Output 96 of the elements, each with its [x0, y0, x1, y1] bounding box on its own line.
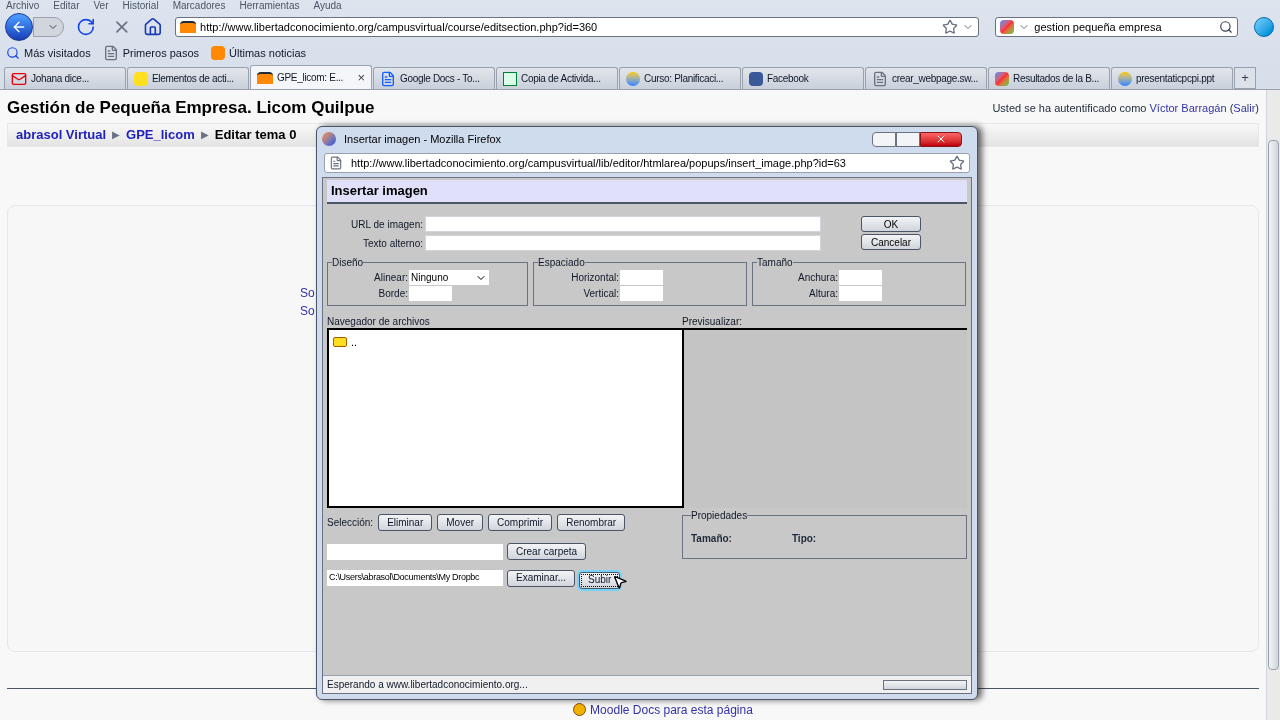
user-link[interactable]: Salir [1233, 101, 1256, 114]
browser-tab[interactable]: Resultados de la B... [988, 67, 1110, 89]
text-field[interactable] [425, 235, 821, 251]
file-path-field[interactable]: C:\Users\abrasol\Documents\My Dropbc [327, 570, 503, 586]
bookmark-link[interactable]: Últimas noticias [229, 44, 307, 62]
star-icon[interactable] [949, 155, 965, 171]
info-icon [573, 703, 587, 716]
minimize-button[interactable] [872, 131, 896, 147]
breadcrumb-link[interactable]: GPE_licom [126, 124, 195, 145]
option-group: Tamaño Anchura: Altura: [752, 255, 966, 306]
menu-item[interactable]: Archivo [6, 0, 40, 12]
align-select[interactable]: Ninguno [409, 270, 489, 285]
breadcrumb-link[interactable]: abrasol Virtual [16, 124, 107, 145]
page-icon [102, 45, 119, 61]
folder-name-field[interactable] [327, 543, 503, 560]
folder-up-icon[interactable] [333, 337, 347, 348]
text-field[interactable] [620, 286, 663, 301]
property-label: Tamaño: [691, 532, 732, 546]
close-tab-button[interactable]: × [357, 67, 365, 88]
scrollbar[interactable] [1266, 90, 1280, 720]
mail-icon [11, 70, 27, 87]
browser-tab[interactable]: GPE_licom: E... × [250, 65, 372, 89]
menu-item[interactable]: Editar [53, 0, 80, 12]
field-label: Texto alterno: [361, 236, 423, 251]
option-group: Diseño Alinear: Ninguno Borde: [327, 255, 528, 306]
property-label: Tipo: [791, 532, 817, 546]
address-field[interactable]: http://www.libertadconocimiento.org/campusvirtual/course/editsection.php?id=360 [175, 17, 980, 37]
maximize-button[interactable] [896, 131, 920, 147]
page-icon [329, 156, 343, 170]
search-field[interactable]: gestion pequeña empresa [995, 17, 1239, 37]
section-label: Previsualizar: [682, 316, 744, 328]
field-label: Anchura: [796, 271, 838, 285]
star-icon[interactable] [942, 19, 959, 35]
field-label: Altura: [808, 287, 838, 301]
field-label: Alinear: [373, 271, 408, 285]
action-button[interactable]: Comprimir [488, 514, 553, 531]
login-info: Usted se ha autentificado como Víctor Barragán (Salir) [992, 100, 1259, 116]
browse-button[interactable]: Examinar... [507, 569, 576, 587]
menu-item[interactable]: Herramientas [239, 0, 300, 12]
text-field[interactable] [620, 270, 663, 285]
properties-group: Propiedades Tamaño: Tipo: [682, 508, 967, 559]
spreadsheet-icon [503, 71, 517, 86]
bookmark-link[interactable]: Más visitados [24, 44, 91, 62]
section-label: Navegador de archivos [327, 316, 431, 328]
field-label: Borde: [377, 287, 408, 301]
action-button[interactable]: Renombrar [557, 514, 626, 531]
menu-item[interactable]: Ayuda [313, 0, 342, 12]
upload-button[interactable]: Subir [579, 571, 621, 589]
ok-button[interactable]: OK [861, 216, 921, 232]
option-group: Espaciado Horizontal: Vertical: [533, 255, 747, 306]
menu-item[interactable]: Ver [93, 0, 109, 12]
action-button[interactable]: Eliminar [378, 514, 433, 531]
user-link[interactable]: Víctor Barragán [1149, 101, 1227, 114]
separator-icon: ▶ [200, 127, 209, 142]
text-field[interactable] [409, 286, 452, 301]
separator-icon: ▶ [112, 127, 121, 142]
browser-tab[interactable]: Google Docs - To... [373, 67, 495, 89]
browser-tab[interactable]: Johana dice... [4, 67, 126, 89]
browser-tab[interactable]: Elementos de acti... [127, 67, 249, 89]
dialog-heading: Insertar imagen [327, 180, 967, 204]
browser-tab[interactable]: Copia de Activida... [496, 67, 618, 89]
reload-icon[interactable] [76, 17, 96, 37]
bookmark-link[interactable]: Primeros pasos [122, 44, 200, 62]
status-bar: Esperando a www.libertadconocimiento.org... [323, 675, 971, 693]
search-icon [6, 46, 20, 60]
create-folder-button[interactable]: Crear carpeta [507, 543, 587, 560]
home-icon[interactable] [143, 17, 164, 37]
field-label: URL de imagen: [350, 217, 423, 232]
menu-item[interactable]: Marcadores [172, 0, 226, 12]
field-label: Vertical: [582, 287, 619, 301]
field-label: Horizontal: [570, 271, 619, 285]
search-icon[interactable] [1219, 20, 1234, 34]
menu-item[interactable]: Historial [122, 0, 159, 12]
back-button[interactable] [5, 13, 33, 41]
close-button[interactable] [920, 131, 962, 147]
page-icon [872, 70, 888, 87]
browser-tab[interactable]: presentaticpcpi.ppt [1111, 67, 1233, 89]
text-field[interactable] [839, 286, 882, 301]
text-field[interactable] [839, 270, 882, 285]
cursor-icon [612, 574, 629, 590]
browser-tab[interactable]: Facebook [742, 67, 864, 89]
field-label: Selección: [327, 516, 374, 530]
file-entry[interactable]: .. [351, 334, 358, 351]
window-title: Insertar imagen - Mozilla Firefox [344, 131, 503, 147]
close-icon [935, 133, 947, 145]
browser-tab[interactable]: crear_webpage.sw... [865, 67, 987, 89]
action-button[interactable]: Mover [437, 514, 484, 531]
help-link[interactable]: Moodle Docs para esta página [590, 700, 753, 719]
breadcrumb-current: Editar tema 0 [214, 125, 297, 144]
document-icon [380, 70, 396, 87]
popup-address-field[interactable]: http://www.libertadconocimiento.org/campusvirtual/lib/editor/htmlarea/popups/insert_image.php?id=63 [324, 153, 970, 173]
new-tab-button[interactable]: + [1234, 67, 1256, 89]
text-field[interactable] [425, 216, 821, 232]
page-title: Gestión de Pequeña Empresa. Licom Quilpue [7, 97, 375, 119]
browser-tab[interactable]: Curso: Planificaci... [619, 67, 741, 89]
cancel-button[interactable]: Cancelar [861, 234, 921, 250]
